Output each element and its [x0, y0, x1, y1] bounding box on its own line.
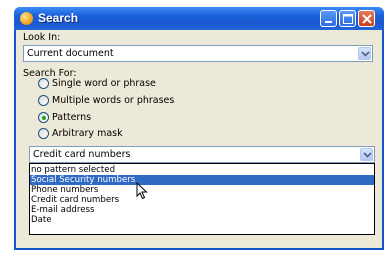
look-in-label: Look In:: [23, 32, 61, 43]
list-item[interactable]: no pattern selected: [30, 165, 374, 175]
radio-single-word[interactable]: [38, 78, 49, 89]
radio-single-word-label[interactable]: Single word or phrase: [52, 78, 156, 89]
close-icon: [362, 14, 372, 24]
mouse-cursor-icon: [136, 182, 148, 200]
window-title: Search: [38, 11, 79, 25]
chevron-down-icon: [363, 152, 372, 158]
radio-patterns-label[interactable]: Patterns: [52, 112, 91, 123]
look-in-dropdown-button[interactable]: [358, 47, 371, 60]
list-item[interactable]: Date: [30, 215, 374, 225]
look-in-dropdown[interactable]: Current document: [23, 45, 373, 62]
app-icon: [20, 12, 33, 25]
radio-arbitrary-mask-label[interactable]: Arbitrary mask: [52, 128, 123, 139]
list-item[interactable]: Phone numbers: [30, 185, 374, 195]
list-item[interactable]: E-mail address: [30, 205, 374, 215]
radio-multiple-words-label[interactable]: Multiple words or phrases: [52, 95, 174, 106]
minimize-icon: [325, 21, 332, 23]
radio-arbitrary-mask[interactable]: [38, 128, 49, 139]
look-in-value: Current document: [27, 48, 114, 59]
chevron-down-icon: [361, 51, 370, 57]
pattern-value: Credit card numbers: [33, 149, 131, 160]
pattern-dropdown-button[interactable]: [360, 148, 373, 161]
radio-patterns[interactable]: [38, 112, 49, 123]
pattern-dropdown[interactable]: Credit card numbers: [29, 146, 375, 163]
radio-selected-dot: [41, 115, 46, 120]
minimize-button[interactable]: [320, 10, 337, 27]
list-item[interactable]: Credit card numbers: [30, 195, 374, 205]
maximize-button[interactable]: [339, 10, 356, 27]
maximize-icon: [343, 14, 353, 24]
radio-multiple-words[interactable]: [38, 95, 49, 106]
search-window: Search Look In: Current document Search …: [14, 7, 384, 250]
close-button[interactable]: [358, 10, 375, 27]
title-bar[interactable]: Search: [14, 7, 384, 30]
list-item-selected[interactable]: Social Security numbers: [30, 175, 374, 185]
pattern-dropdown-list[interactable]: no pattern selected Social Security numb…: [29, 163, 375, 235]
